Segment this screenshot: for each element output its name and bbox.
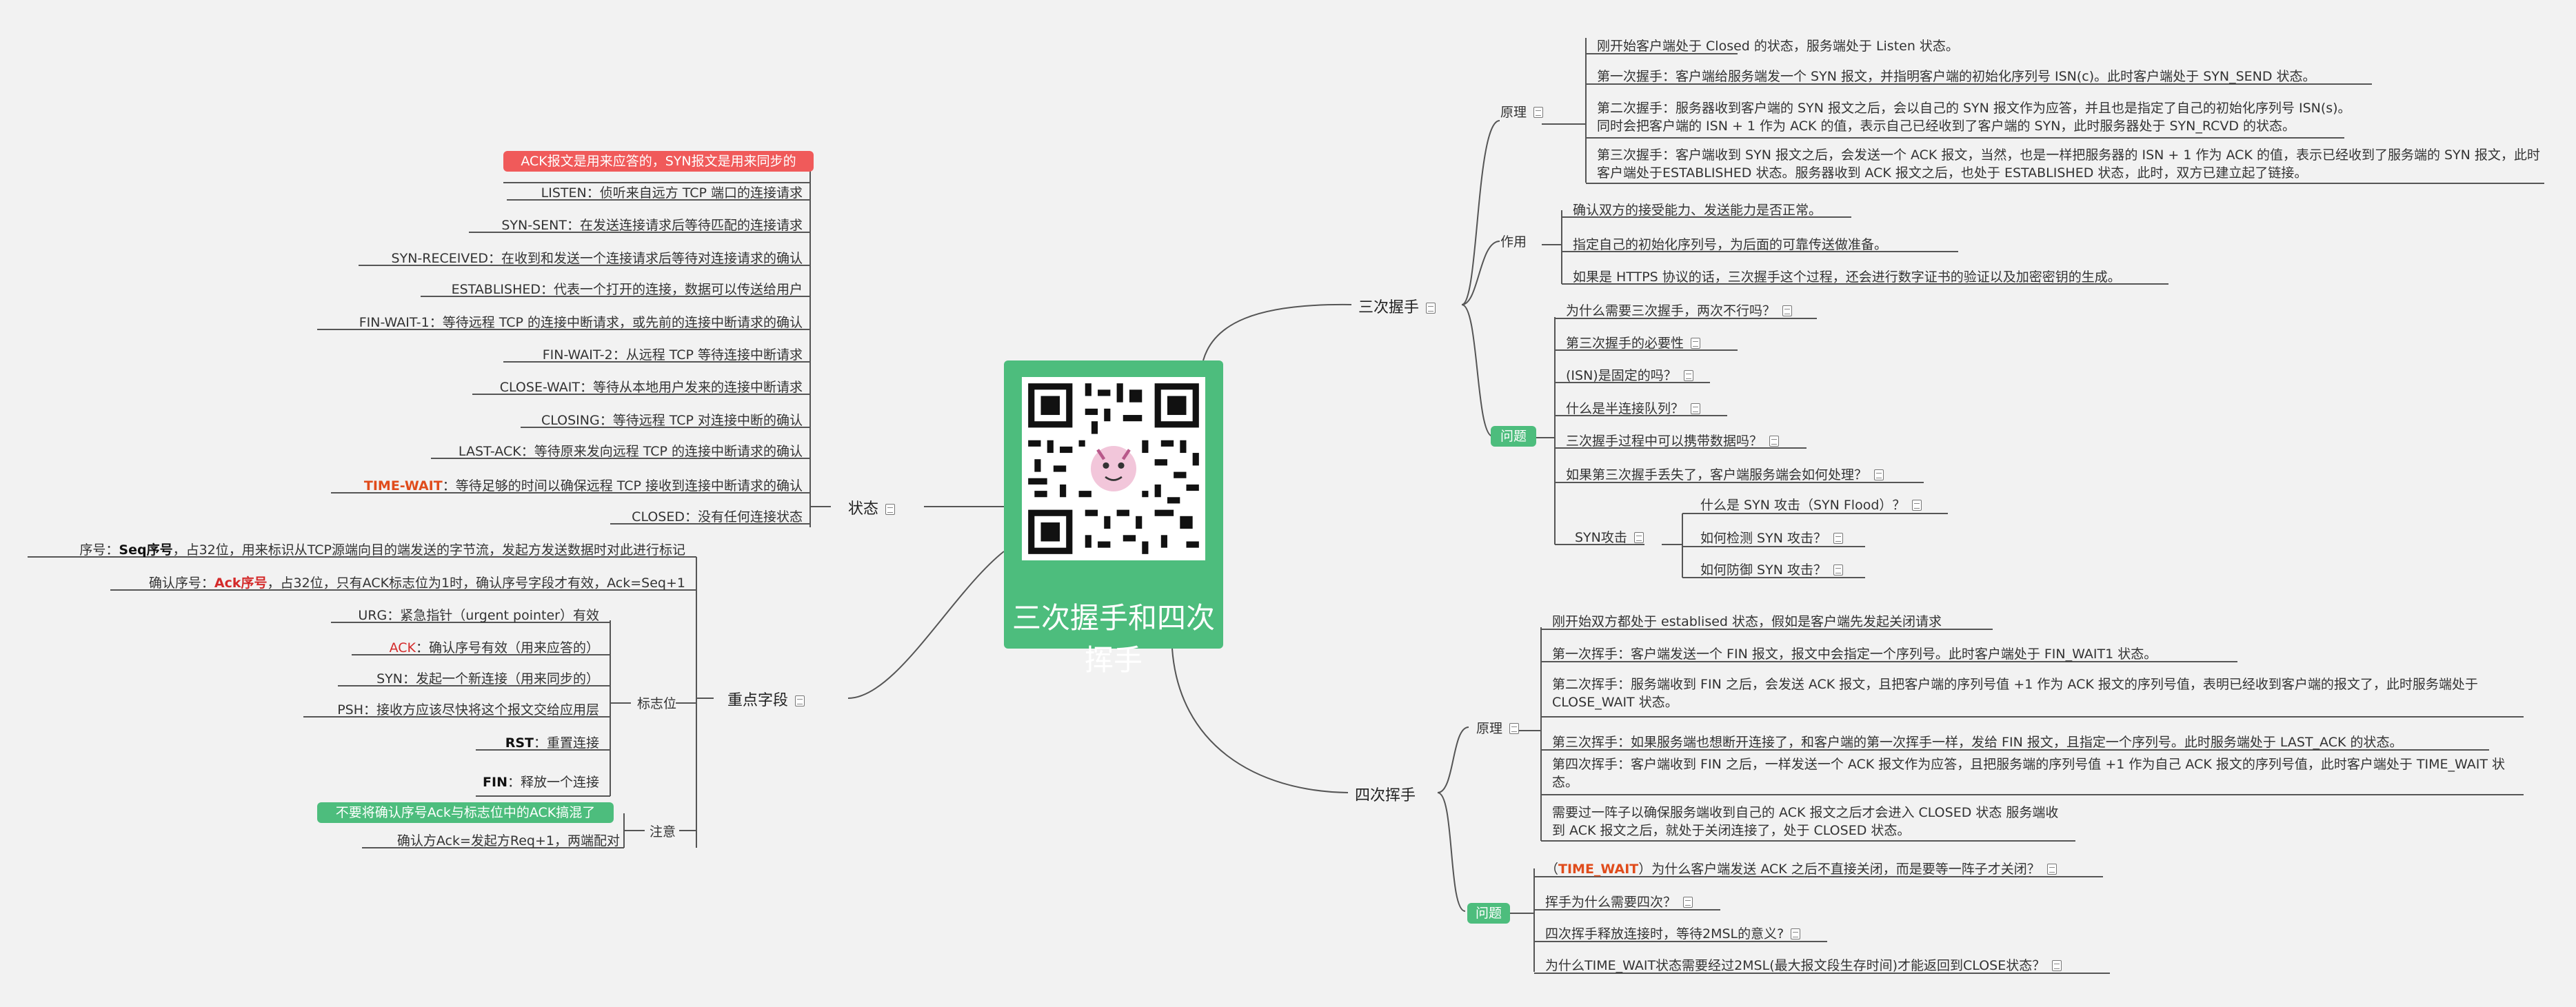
handshake-principle-item-2[interactable]: 第二次握手：服务器收到客户端的 SYN 报文之后，会以自己的 SYN 报文作为应… — [1593, 99, 2365, 135]
state-item-7[interactable]: CLOSING：等待远程 TCP 对连接中断的确认 — [537, 410, 807, 429]
field-seq[interactable]: 序号：Seq序号，占32位，用来标识从TCP源端向目的端发送的字节流，发起方发送… — [75, 540, 690, 558]
note-icon — [1683, 897, 1693, 908]
state-item-closed[interactable]: CLOSED：没有任何连接状态 — [627, 507, 807, 525]
handshake-questions-label[interactable]: 问题 — [1491, 426, 1536, 447]
handshake-principle-item-0[interactable]: 刚开始客户端处于 Closed 的状态，服务端处于 Listen 状态。 — [1593, 36, 1963, 54]
notes-item[interactable]: 确认方Ack=发起方Req+1，两端配对 — [393, 831, 624, 849]
flag-fin[interactable]: FIN：释放一个连接 — [479, 772, 603, 791]
note-icon — [1691, 403, 1701, 414]
note-icon — [1683, 370, 1693, 381]
state-item-8[interactable]: LAST-ACK：等待原来发向远程 TCP 的连接中断请求的确认 — [454, 441, 807, 460]
note-icon — [795, 695, 805, 706]
state-item-time-wait[interactable]: TIME-WAIT：等待足够的时间以确保远程 TCP 接收到连接中断请求的确认 — [360, 476, 807, 494]
handshake-purpose-label[interactable]: 作用 — [1496, 232, 1531, 250]
note-icon — [2052, 960, 2062, 971]
wave-question-0[interactable]: （TIME_WAIT）为什么客户端发送 ACK 之后不直接关闭，而是要等一阵子才… — [1541, 859, 2061, 877]
branch-wave[interactable]: 四次挥手 — [1348, 783, 1438, 804]
states-pill[interactable]: ACK报文是用来应答的，SYN报文是用来同步的 — [503, 151, 814, 172]
state-item-5[interactable]: FIN-WAIT-2：从远程 TCP 等待连接中断请求 — [539, 345, 807, 363]
wave-principle-item-4[interactable]: 第四次挥手：客户端收到 FIN 之后，一样发送一个 ACK 报文作为应答，且把服… — [1548, 755, 2520, 791]
wave-principle-item-2[interactable]: 第二次挥手：服务端收到 FIN 之后，会发送 ACK 报文，且把客户端的序列号值… — [1548, 675, 2520, 711]
note-icon — [1782, 305, 1793, 316]
handshake-principle-item-1[interactable]: 第一次握手：客户端给服务端发一个 SYN 报文，并指明客户端的初始化序列号 IS… — [1593, 66, 2320, 85]
wave-principle-item-0[interactable]: 刚开始双方都处于 establised 状态，假如是客户端先发起关闭请求 — [1548, 611, 1946, 630]
wave-question-1[interactable]: 挥手为什么需要四次？ — [1541, 892, 1697, 911]
handshake-question-3[interactable]: 什么是半连接队列？ — [1562, 398, 1704, 417]
handshake-purpose-item-0[interactable]: 确认双方的接受能力、发送能力是否正常。 — [1569, 200, 1826, 218]
wave-questions-label[interactable]: 问题 — [1467, 903, 1510, 924]
branch-fields[interactable]: 重点字段 — [721, 688, 817, 709]
handshake-question-5[interactable]: 如果第三次握手丢失了，客户端服务端会如何处理？ — [1562, 465, 1888, 483]
handshake-question-4[interactable]: 三次握手过程中可以携带数据吗？ — [1562, 431, 1783, 449]
handshake-principle-label[interactable]: 原理 — [1496, 102, 1547, 121]
note-icon — [1509, 723, 1520, 734]
flag-syn[interactable]: SYN：发起一个新连接（用来同步的） — [372, 669, 603, 687]
branch-states[interactable]: 状态 — [841, 496, 924, 518]
handshake-question-2[interactable]: (ISN)是固定的吗？ — [1562, 365, 1698, 384]
wave-question-3[interactable]: 为什么TIME_WAIT状态需要经过2MSL(最大报文段生存时间)才能返回到CL… — [1541, 955, 2066, 974]
central-topic-title: 三次握手和四次挥手 — [1012, 601, 1215, 677]
note-icon — [1833, 533, 1843, 544]
wave-question-2[interactable]: 四次挥手释放连接时，等待2MSL的意义? — [1541, 924, 1804, 942]
handshake-question-0[interactable]: 为什么需要三次握手，两次不行吗？ — [1562, 301, 1796, 319]
state-item-0[interactable]: LISTEN：侦听来自远方 TCP 端口的连接请求 — [537, 183, 807, 201]
field-ack[interactable]: 确认序号：Ack序号，占32位，只有ACK标志位为1时，确认序号字段才有效，Ac… — [145, 573, 690, 591]
state-item-2[interactable]: SYN-RECEIVED：在收到和发送一个连接请求后等待对连接请求的确认 — [388, 248, 807, 267]
state-item-1[interactable]: SYN-SENT：在发送连接请求后等待匹配的连接请求 — [497, 215, 807, 234]
handshake-purpose-item-1[interactable]: 指定自己的初始化序列号，为后面的可靠传送做准备。 — [1569, 234, 1891, 253]
note-icon — [1833, 564, 1843, 576]
handshake-purpose-item-2[interactable]: 如果是 HTTPS 协议的话，三次握手这个过程，还会进行数字证书的验证以及加密密… — [1569, 267, 2125, 285]
flags-label[interactable]: 标志位 — [633, 693, 681, 712]
notes-label[interactable]: 注意 — [645, 822, 680, 840]
note-icon — [1769, 436, 1780, 447]
central-topic[interactable]: 三次握手和四次挥手 — [1004, 360, 1223, 677]
flag-psh[interactable]: PSH：接收方应该尽快将这个报文交给应用层 — [333, 700, 603, 718]
syn-attack-item-1[interactable]: 如何检测 SYN 攻击？ — [1696, 528, 1847, 547]
state-item-6[interactable]: CLOSE-WAIT：等待从本地用户发来的连接中断请求 — [496, 377, 807, 396]
note-icon — [1874, 469, 1884, 480]
syn-attack-item-0[interactable]: 什么是 SYN 攻击（SYN Flood）？ — [1696, 495, 1926, 513]
note-icon — [1533, 107, 1544, 118]
qr-code-icon — [1022, 377, 1205, 560]
note-icon — [1633, 532, 1644, 543]
flag-ack[interactable]: ACK：确认序号有效（用来应答的） — [385, 638, 603, 656]
note-icon — [1791, 928, 1801, 939]
flag-urg[interactable]: URG：紧急指针（urgent pointer）有效 — [354, 605, 603, 624]
state-item-4[interactable]: FIN-WAIT-1：等待远程 TCP 的连接中断请求，或先前的连接中断请求的确… — [355, 312, 807, 331]
note-icon — [885, 504, 896, 515]
syn-attack-item-2[interactable]: 如何防御 SYN 攻击？ — [1696, 560, 1847, 578]
wave-principle-item-5[interactable]: 需要过一阵子以确保服务端收到自己的 ACK 报文之后才会进入 CLOSED 状态… — [1548, 804, 2072, 840]
note-icon — [2046, 864, 2057, 875]
flag-rst[interactable]: RST：重置连接 — [501, 733, 603, 751]
wave-principle-item-1[interactable]: 第一次挥手：客户端发送一个 FIN 报文，报文中会指定一个序列号。此时客户端处于… — [1548, 644, 2161, 662]
handshake-question-1[interactable]: 第三次握手的必要性 — [1562, 333, 1704, 352]
note-icon — [1426, 303, 1436, 314]
wave-principle-label[interactable]: 原理 — [1472, 718, 1523, 737]
note-icon — [1691, 338, 1701, 349]
note-icon — [1912, 500, 1922, 511]
wave-principle-item-3[interactable]: 第三次挥手：如果服务端也想断开连接了，和客户端的第一次挥手一样，发给 FIN 报… — [1548, 732, 2406, 751]
branch-handshake[interactable]: 三次握手 — [1351, 295, 1462, 316]
notes-pill[interactable]: 不要将确认序号Ack与标志位中的ACK搞混了 — [317, 802, 614, 823]
handshake-principle-item-3[interactable]: 第三次握手：客户端收到 SYN 报文之后，会发送一个 ACK 报文，当然，也是一… — [1593, 146, 2544, 182]
state-item-3[interactable]: ESTABLISHED：代表一个打开的连接，数据可以传送给用户 — [447, 279, 807, 298]
syn-attack-label[interactable]: SYN攻击 — [1571, 527, 1648, 546]
